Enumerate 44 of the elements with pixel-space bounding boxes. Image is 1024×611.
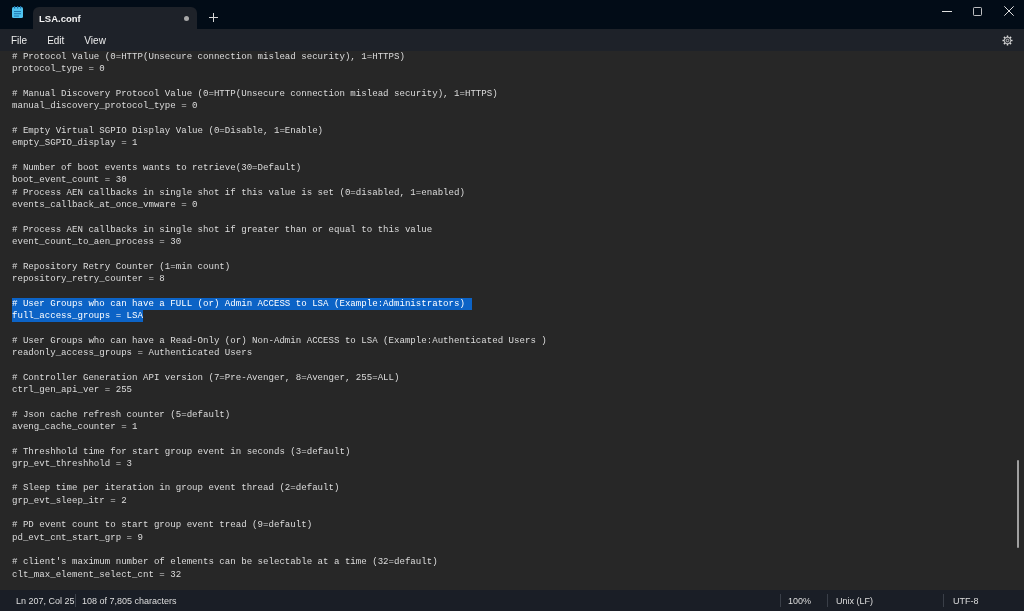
code-line: # User Groups who can have a Read-Only (or) Non-Admin ACCESS to LSA (Example:Authenticated Users ) xyxy=(12,334,547,347)
code-line: # Json cache refresh counter (5=default) xyxy=(12,408,231,421)
code-line: # Protocol Value (0=HTTP(Unsecure connection mislead security), 1=HTTPS) xyxy=(12,51,405,64)
code-line: # Controller Generation API version (7=Pre-Avenger, 8=Avenger, 255=ALL) xyxy=(12,371,400,384)
minimize-icon[interactable] xyxy=(941,10,952,12)
code-line: # PD event count to start group event tread (9=default) xyxy=(12,519,313,532)
code-line: event_count_to_aen_process = 30 xyxy=(12,235,182,249)
code-line: # Sleep time per iteration in group event thread (2=default) xyxy=(12,482,340,495)
menu-item[interactable]: View xyxy=(84,34,106,46)
code-line: boot_event_count = 30 xyxy=(12,174,127,187)
encoding: UTF-8 xyxy=(953,595,979,606)
code-line: empty_SGPIO_display = 1 xyxy=(12,137,138,150)
code-line: # client's maximum number of elements can be selectable at a time (32=default) xyxy=(12,556,438,569)
code-line: # Process AEN callbacks in single shot if greater than or equal to this value xyxy=(12,223,433,236)
code-line: manual_discovery_protocol_type = 0 xyxy=(12,100,198,113)
character-count: 108 of 7,805 characters xyxy=(82,595,177,606)
close-icon[interactable] xyxy=(1003,6,1014,16)
code-line: grp_evt_sleep_itr = 2 xyxy=(12,494,127,508)
file-tab[interactable]: LSA.conf xyxy=(33,7,197,29)
code-line: # Process AEN callbacks in single shot if this value is set (0=disabled, 1=enabled) xyxy=(12,186,465,199)
code-line: # Empty Virtual SGPIO Display Value (0=Disable, 1=Enable) xyxy=(12,124,324,138)
menu-item[interactable]: File xyxy=(11,34,28,46)
zoom-level: 100% xyxy=(788,595,812,606)
code-line: # Manual Discovery Protocol Value (0=HTTP(Unsecure connection mislead security), 1=HTTPS) xyxy=(12,88,498,101)
code-line: grp_evt_threshhold = 3 xyxy=(12,457,133,471)
cursor-position: Ln 207, Col 25 xyxy=(16,595,75,606)
code-line: aveng_cache_counter = 1 xyxy=(12,420,138,434)
maximize-icon[interactable] xyxy=(973,6,982,16)
code-line: protocol_type = 0 xyxy=(12,63,105,76)
code-line: events_callback_at_once_vmware = 0 xyxy=(12,198,198,212)
notepad-icon xyxy=(12,5,23,18)
code-line: # Number of boot events wants to retrieve(30=Default) xyxy=(12,161,302,175)
code-line: repository_retry_counter = 8 xyxy=(12,272,165,286)
code-line: pd_evt_cnt_start_grp = 9 xyxy=(12,531,143,545)
settings-icon[interactable] xyxy=(1002,34,1013,46)
code-line: clt_max_element_select_cnt = 32 xyxy=(12,568,182,582)
code-line: ctrl_gen_api_ver = 255 xyxy=(12,383,133,397)
scrollbar-thumb[interactable] xyxy=(1017,460,1019,548)
menu-item[interactable]: Edit xyxy=(47,34,65,46)
code-line: # Threshhold time for start group event in seconds (3=default) xyxy=(12,445,351,458)
code-line: # Repository Retry Counter (1=min count) xyxy=(12,260,231,273)
code-line: readonly_access_groups = Authenticated Users xyxy=(12,346,253,360)
line-ending: Unix (LF) xyxy=(836,595,873,606)
new-tab-icon[interactable] xyxy=(209,13,218,22)
